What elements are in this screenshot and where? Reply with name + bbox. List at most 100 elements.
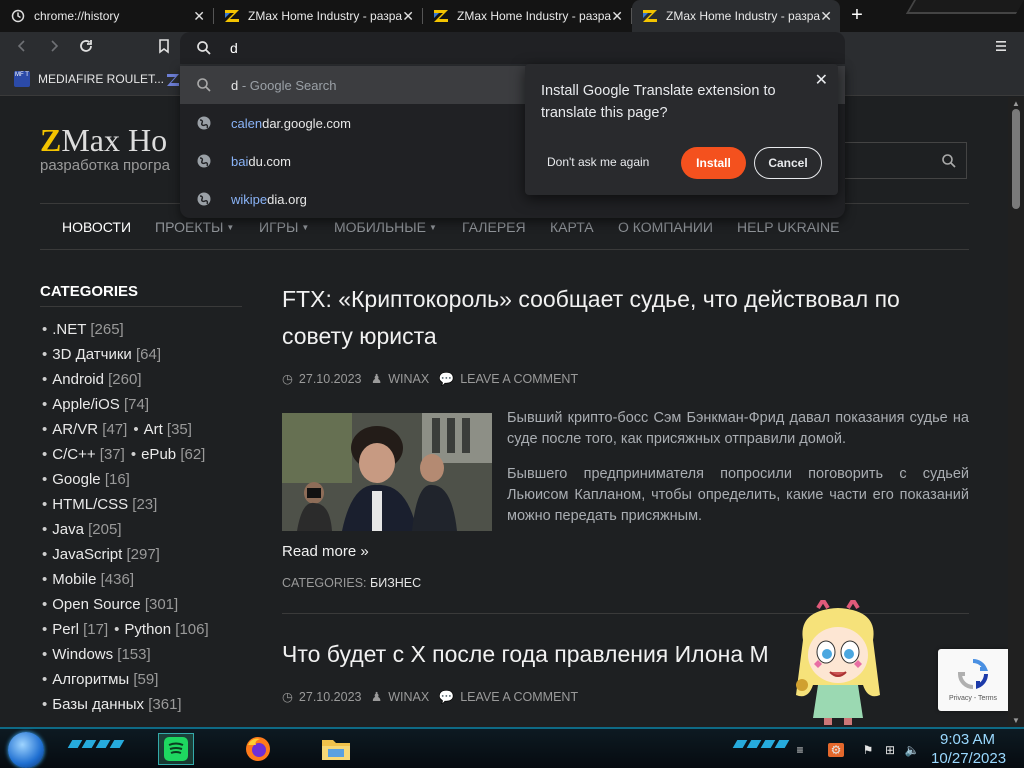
tab-history[interactable]: chrome://history ✕: [0, 0, 213, 32]
tab-zmax-active[interactable]: ZMax Home Industry - разра ✕: [632, 0, 840, 32]
bullet: •: [42, 371, 48, 388]
nav-mobile[interactable]: МОБИЛЬНЫЕ ▼: [334, 219, 437, 235]
tab-strip: chrome://history ✕ ZMax Home Industry - …: [0, 0, 1024, 32]
clock-date[interactable]: 10/27/2023: [931, 750, 1006, 767]
suggestion-pre: calen: [231, 115, 263, 131]
leave-comment-link[interactable]: LEAVE A COMMENT: [460, 372, 578, 386]
globe-icon: [196, 191, 212, 207]
post-title[interactable]: FTX: «Криптокороль» сообщает судье, что …: [282, 281, 972, 355]
show-hidden-icons[interactable]: ≡: [792, 743, 808, 757]
recaptcha-badge[interactable]: Privacy - Terms: [938, 649, 1008, 711]
install-button[interactable]: Install: [681, 147, 746, 179]
nav-games[interactable]: ИГРЫ ▼: [259, 219, 309, 235]
nav-news[interactable]: НОВОСТИ: [62, 219, 131, 235]
site-search-input[interactable]: [830, 142, 967, 179]
category-link[interactable]: Google: [52, 471, 100, 488]
close-icon[interactable]: ✕: [815, 70, 828, 90]
bookmark-mediafire[interactable]: MF T MEDIAFIRE ROULET...: [14, 71, 164, 87]
category-link[interactable]: C/C++: [52, 446, 95, 463]
bullet: •: [42, 321, 48, 338]
category-link[interactable]: HTML/CSS: [52, 496, 128, 513]
start-button[interactable]: [8, 732, 44, 768]
post-author[interactable]: WINAX: [388, 690, 429, 704]
volume-icon[interactable]: 🔈: [904, 743, 920, 757]
category-row: • Google [16]: [42, 471, 130, 488]
nav-projects[interactable]: ПРОЕКТЫ ▼: [155, 219, 234, 235]
recaptcha-links[interactable]: Privacy - Terms: [938, 695, 1008, 702]
search-icon: [196, 40, 212, 56]
category-link[interactable]: Windows: [52, 646, 113, 663]
category-link[interactable]: Perl: [52, 621, 79, 638]
close-tab-icon[interactable]: ✕: [193, 8, 205, 25]
search-icon[interactable]: [941, 153, 957, 169]
clock-time[interactable]: 9:03 AM: [940, 731, 995, 748]
scroll-up-arrow-icon[interactable]: ▲: [1012, 99, 1020, 108]
nav-gallery[interactable]: ГАЛЕРЕЯ: [462, 219, 526, 235]
suggestion-post: ar.google.com: [269, 115, 351, 131]
forward-arrow-icon[interactable]: [44, 38, 64, 58]
category-link[interactable]: 3D Датчики: [52, 346, 132, 363]
category-link[interactable]: Mobile: [52, 571, 96, 588]
bookmark-icon[interactable]: [154, 38, 174, 58]
category-link[interactable]: .NET: [52, 321, 86, 338]
category-link[interactable]: Open Source: [52, 596, 140, 613]
zmax-favicon: [224, 8, 240, 24]
category-link[interactable]: Android: [52, 371, 104, 388]
suggestion-text: baidu.com: [231, 154, 291, 169]
category-link[interactable]: Python: [124, 621, 171, 638]
nav-about[interactable]: О КОМПАНИИ: [618, 219, 713, 235]
category-link[interactable]: ePub: [141, 446, 176, 463]
back-arrow-icon[interactable]: [12, 38, 32, 58]
omnibox-input[interactable]: [230, 40, 790, 56]
omnibox[interactable]: [180, 32, 845, 66]
category-count: [59]: [133, 671, 159, 688]
category-link[interactable]: Алгоритмы: [52, 671, 129, 688]
close-tab-icon[interactable]: ✕: [611, 8, 623, 25]
zmax-bookmark-icon[interactable]: [166, 72, 180, 88]
app-tray-icon[interactable]: ⚙: [828, 743, 844, 757]
category-link[interactable]: Базы данных: [52, 696, 144, 713]
site-logo[interactable]: ZMax Ho: [40, 122, 167, 159]
category-link[interactable]: Art: [144, 421, 163, 438]
nav-map[interactable]: КАРТА: [550, 219, 594, 235]
nav-help-ukraine[interactable]: HELP UKRAINE: [737, 219, 839, 235]
bullet: •: [42, 571, 48, 588]
network-icon[interactable]: ⊞: [882, 743, 898, 757]
leave-comment-link[interactable]: LEAVE A COMMENT: [460, 690, 578, 704]
category-link[interactable]: JavaScript: [52, 546, 122, 563]
scrollbar-thumb[interactable]: [1012, 109, 1020, 209]
category-link[interactable]: БИЗНЕС: [370, 576, 421, 590]
bullet: •: [42, 396, 48, 413]
taskbar-app-explorer[interactable]: [318, 733, 354, 765]
post-image[interactable]: [282, 413, 492, 531]
bookmark-label: MEDIAFIRE ROULET...: [38, 72, 165, 86]
post-paragraph: Бывший крипто-босс Сэм Бэнкман-Фрид дава…: [507, 410, 969, 447]
read-more-link[interactable]: Read more »: [282, 543, 369, 560]
scrollbar[interactable]: ▲ ▼: [1008, 97, 1024, 727]
cancel-button[interactable]: Cancel: [754, 147, 822, 179]
scroll-down-arrow-icon[interactable]: ▼: [1012, 716, 1020, 725]
close-tab-icon[interactable]: ✕: [820, 8, 832, 25]
category-link[interactable]: Java: [52, 521, 84, 538]
bullet: •: [133, 421, 139, 438]
dont-ask-button[interactable]: Don't ask me again: [547, 155, 649, 169]
suggestion-match: d: [248, 153, 256, 169]
tab-zmax-2[interactable]: ZMax Home Industry - разра ✕: [423, 0, 631, 32]
new-tab-button[interactable]: +: [846, 4, 868, 26]
taskbar-app-spotify[interactable]: [158, 733, 194, 765]
comment-icon: 💬: [438, 690, 455, 704]
category-row: • 3D Датчики [64]: [42, 346, 161, 363]
tab-zmax-1[interactable]: ZMax Home Industry - разра ✕: [214, 0, 422, 32]
category-row: • JavaScript [297]: [42, 546, 160, 563]
divider: [40, 306, 242, 307]
category-link[interactable]: Apple/iOS: [52, 396, 120, 413]
category-link[interactable]: AR/VR: [52, 421, 98, 438]
reload-icon[interactable]: [76, 38, 96, 58]
caret-down-icon: ▼: [226, 223, 235, 232]
post-author[interactable]: WINAX: [388, 372, 429, 386]
menu-kebab-icon[interactable]: [991, 38, 1011, 58]
taskbar-app-firefox[interactable]: [240, 733, 276, 765]
category-row: • Android [260]: [42, 371, 142, 388]
flag-icon[interactable]: ⚑: [860, 743, 876, 757]
close-tab-icon[interactable]: ✕: [402, 8, 414, 25]
